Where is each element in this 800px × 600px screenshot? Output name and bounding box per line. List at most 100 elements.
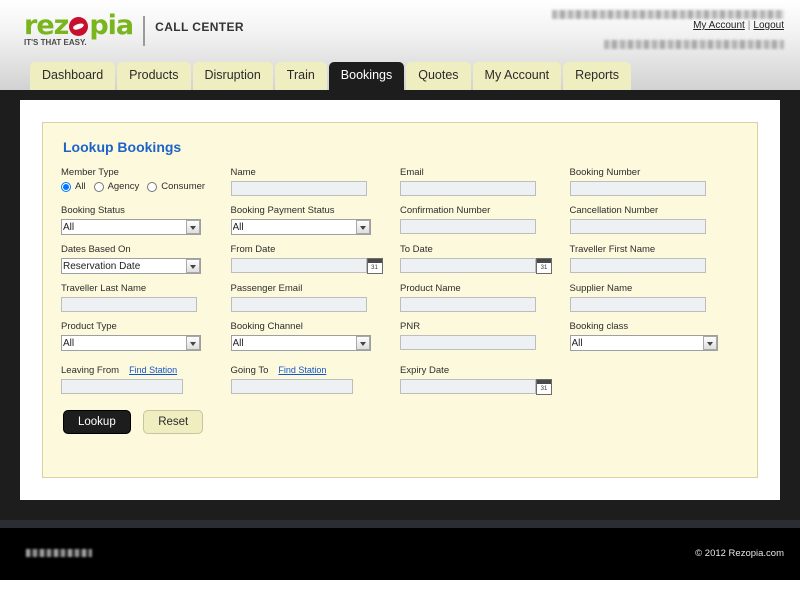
footer-logo-redacted bbox=[26, 549, 92, 557]
product-type-select[interactable]: All bbox=[61, 335, 201, 351]
tab-products[interactable]: Products bbox=[117, 62, 191, 90]
cancellation-number-input[interactable] bbox=[569, 219, 706, 234]
form-row-2: Booking Status All Booking Payment Statu… bbox=[61, 205, 739, 235]
passenger-email-label: Passenger Email bbox=[230, 283, 303, 294]
field-from-date: From Date bbox=[230, 244, 397, 274]
traveller-last-name-input[interactable] bbox=[61, 297, 197, 312]
email-label: Email bbox=[400, 167, 424, 178]
logout-link[interactable]: Logout bbox=[753, 20, 784, 31]
member-type-option-all[interactable]: All bbox=[75, 181, 86, 192]
booking-status-select[interactable]: All bbox=[61, 219, 201, 235]
from-date-wrap bbox=[230, 258, 383, 274]
booking-channel-select[interactable]: All bbox=[230, 335, 371, 351]
member-type-radio-all[interactable] bbox=[61, 181, 71, 192]
going-to-find-station-link[interactable]: Find Station bbox=[278, 365, 326, 375]
field-traveller-first-name: Traveller First Name bbox=[569, 244, 736, 274]
welcome-text-redacted bbox=[552, 10, 784, 19]
leaving-from-input[interactable] bbox=[61, 379, 183, 394]
booking-payment-status-select[interactable]: All bbox=[230, 219, 371, 235]
traveller-first-name-input[interactable] bbox=[569, 258, 706, 273]
member-type-option-consumer[interactable]: Consumer bbox=[161, 181, 205, 192]
to-date-input[interactable] bbox=[400, 258, 536, 273]
member-type-option-agency[interactable]: Agency bbox=[108, 181, 140, 192]
tab-train[interactable]: Train bbox=[274, 62, 327, 90]
form-actions: Lookup Reset bbox=[63, 410, 739, 434]
passenger-email-input[interactable] bbox=[230, 297, 367, 312]
calendar-icon[interactable] bbox=[366, 258, 383, 274]
page-header: rez pia IT'S THAT EASY. CALL CENTER My Ac… bbox=[0, 0, 800, 62]
lookup-button[interactable]: Lookup bbox=[63, 410, 131, 434]
product-name-input[interactable] bbox=[400, 297, 536, 312]
field-booking-number: Booking Number bbox=[569, 167, 736, 196]
booking-payment-status-select-wrap: All bbox=[230, 219, 371, 235]
tab-reports[interactable]: Reports bbox=[563, 62, 631, 90]
dates-based-on-select[interactable]: Reservation Date bbox=[61, 258, 201, 274]
leaving-from-label-text: Leaving From bbox=[61, 365, 120, 376]
cancellation-number-label: Cancellation Number bbox=[569, 205, 659, 216]
going-to-input[interactable] bbox=[230, 379, 353, 394]
logo-wordmark: rez pia bbox=[24, 10, 134, 41]
field-product-name: Product Name bbox=[400, 283, 566, 312]
field-booking-status: Booking Status All bbox=[61, 205, 227, 235]
calendar-icon[interactable] bbox=[536, 379, 552, 395]
field-to-date: To Date bbox=[400, 244, 566, 274]
page-body: Lookup Bookings Member Type All Agency C… bbox=[0, 90, 800, 520]
booking-number-input[interactable] bbox=[569, 181, 706, 196]
member-type-radio-agency[interactable] bbox=[93, 181, 104, 192]
field-booking-payment-status: Booking Payment Status All bbox=[230, 205, 397, 235]
pnr-input[interactable] bbox=[400, 335, 536, 350]
name-input[interactable] bbox=[230, 181, 367, 196]
form-row-1: Member Type All Agency Consumer Name Ema… bbox=[61, 167, 739, 196]
logo-text-second: pia bbox=[89, 10, 134, 41]
content-card: Lookup Bookings Member Type All Agency C… bbox=[20, 100, 780, 500]
calendar-icon[interactable] bbox=[536, 258, 552, 274]
field-spacer bbox=[570, 365, 736, 394]
booking-channel-select-wrap: All bbox=[230, 335, 371, 351]
supplier-name-label: Supplier Name bbox=[569, 283, 633, 294]
dates-based-on-select-wrap: Reservation Date bbox=[61, 258, 201, 274]
pnr-label: PNR bbox=[400, 321, 421, 332]
traveller-last-name-label: Traveller Last Name bbox=[61, 283, 147, 294]
confirmation-number-input[interactable] bbox=[400, 219, 536, 234]
product-name-label: Product Name bbox=[400, 283, 461, 294]
field-expiry-date: Expiry Date bbox=[400, 365, 566, 395]
expiry-date-input[interactable] bbox=[400, 379, 536, 394]
brand-logo[interactable]: rez pia IT'S THAT EASY. CALL CENTER bbox=[24, 10, 245, 47]
field-supplier-name: Supplier Name bbox=[569, 283, 736, 312]
rezopia-o-icon bbox=[69, 17, 89, 36]
member-type-label: Member Type bbox=[61, 167, 119, 178]
field-traveller-last-name: Traveller Last Name bbox=[61, 283, 227, 312]
from-date-input[interactable] bbox=[230, 258, 367, 273]
connected-plan-redacted bbox=[604, 40, 784, 49]
field-passenger-email: Passenger Email bbox=[230, 283, 397, 312]
supplier-name-input[interactable] bbox=[569, 297, 706, 312]
logo-text-first: rez bbox=[24, 10, 69, 41]
header-user-area: My Account | Logout bbox=[474, 10, 784, 49]
from-date-label: From Date bbox=[230, 244, 276, 255]
tab-bookings[interactable]: Bookings bbox=[328, 62, 405, 90]
logo-divider bbox=[143, 16, 146, 46]
tab-disruption[interactable]: Disruption bbox=[192, 62, 273, 90]
app-name-label: CALL CENTER bbox=[155, 20, 245, 34]
form-row-3: Dates Based On Reservation Date From Dat… bbox=[61, 244, 739, 274]
logo-mark: rez pia IT'S THAT EASY. bbox=[24, 10, 134, 47]
tab-my-account[interactable]: My Account bbox=[472, 62, 562, 90]
leaving-from-label: Leaving From Find Station bbox=[61, 365, 227, 376]
leaving-from-find-station-link[interactable]: Find Station bbox=[129, 365, 177, 375]
my-account-link[interactable]: My Account bbox=[693, 20, 745, 31]
booking-class-select[interactable]: All bbox=[569, 335, 718, 351]
member-type-radio-group: All Agency Consumer bbox=[61, 181, 227, 192]
confirmation-number-label: Confirmation Number bbox=[400, 205, 491, 216]
dates-based-on-label: Dates Based On bbox=[61, 244, 131, 255]
field-going-to: Going To Find Station bbox=[230, 365, 397, 394]
member-type-radio-consumer[interactable] bbox=[147, 181, 158, 192]
email-input[interactable] bbox=[400, 181, 536, 196]
field-booking-channel: Booking Channel All bbox=[230, 321, 397, 351]
field-member-type: Member Type All Agency Consumer bbox=[61, 167, 227, 196]
reset-button[interactable]: Reset bbox=[143, 410, 204, 434]
tab-quotes[interactable]: Quotes bbox=[406, 62, 471, 90]
tab-dashboard[interactable]: Dashboard bbox=[30, 62, 116, 90]
copyright-text: © 2012 Rezopia.com bbox=[695, 548, 784, 559]
field-name: Name bbox=[230, 167, 397, 196]
main-navigation-tabs: Dashboard Products Disruption Train Bookings… bbox=[0, 62, 800, 90]
